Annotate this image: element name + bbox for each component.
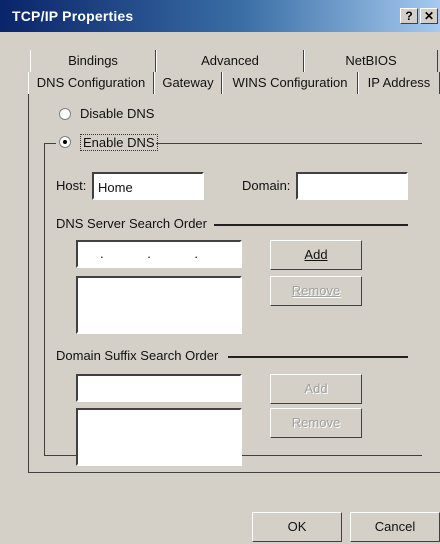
radio-selected-dot [63, 140, 67, 144]
enable-dns-radio[interactable] [59, 136, 71, 148]
dns-server-search-order-label: DNS Server Search Order [56, 216, 207, 231]
tcpip-properties-dialog: TCP/IP Properties ? ✕ Bindings Advanced … [0, 0, 440, 544]
remove-domain-suffix-label: Remove [291, 415, 341, 430]
group-top-border-right [156, 143, 422, 144]
disable-dns-label: Disable DNS [80, 106, 155, 121]
tab-dns-configuration[interactable]: DNS Configuration [28, 72, 154, 94]
disable-dns-radio[interactable] [59, 108, 71, 120]
enable-dns-label: Enable DNS [80, 134, 158, 151]
ok-button[interactable]: OK [252, 512, 342, 542]
add-dns-server-label: Add [304, 247, 328, 262]
title-bar: TCP/IP Properties ? ✕ [0, 0, 440, 32]
host-label: Host: [56, 178, 87, 193]
remove-domain-suffix-button[interactable]: Remove [270, 408, 362, 438]
group-left-border [44, 143, 45, 455]
host-input[interactable]: Home [92, 172, 204, 200]
tab-advanced[interactable]: Advanced [156, 50, 304, 72]
tab-netbios[interactable]: NetBIOS [304, 50, 438, 72]
panel-bottom-border [28, 472, 440, 473]
dns-server-ip-input[interactable]: . . . [76, 240, 242, 268]
close-button[interactable]: ✕ [420, 8, 438, 24]
tab-gateway[interactable]: Gateway [154, 72, 222, 94]
remove-dns-server-button[interactable]: Remove [270, 276, 362, 306]
help-button[interactable]: ? [400, 8, 418, 24]
panel-left-border [28, 94, 29, 472]
dns-server-separator [214, 224, 408, 226]
remove-dns-server-label: Remove [291, 283, 341, 298]
window-title: TCP/IP Properties [12, 8, 134, 24]
domain-suffix-search-order-label: Domain Suffix Search Order [56, 348, 219, 363]
tab-ip-address[interactable]: IP Address [358, 72, 440, 94]
add-domain-suffix-label: Add [304, 381, 328, 396]
domain-suffix-input[interactable] [76, 374, 242, 402]
domain-suffix-list[interactable] [76, 408, 242, 466]
domain-label: Domain: [242, 178, 291, 193]
domain-input[interactable] [296, 172, 408, 200]
add-domain-suffix-button[interactable]: Add [270, 374, 362, 404]
tab-bindings[interactable]: Bindings [30, 50, 156, 72]
add-dns-server-button[interactable]: Add [270, 240, 362, 270]
group-top-border-left [44, 143, 56, 144]
cancel-button[interactable]: Cancel [350, 512, 440, 542]
dns-server-list[interactable] [76, 276, 242, 334]
domain-suffix-separator [228, 356, 408, 358]
tab-wins-configuration[interactable]: WINS Configuration [222, 72, 358, 94]
